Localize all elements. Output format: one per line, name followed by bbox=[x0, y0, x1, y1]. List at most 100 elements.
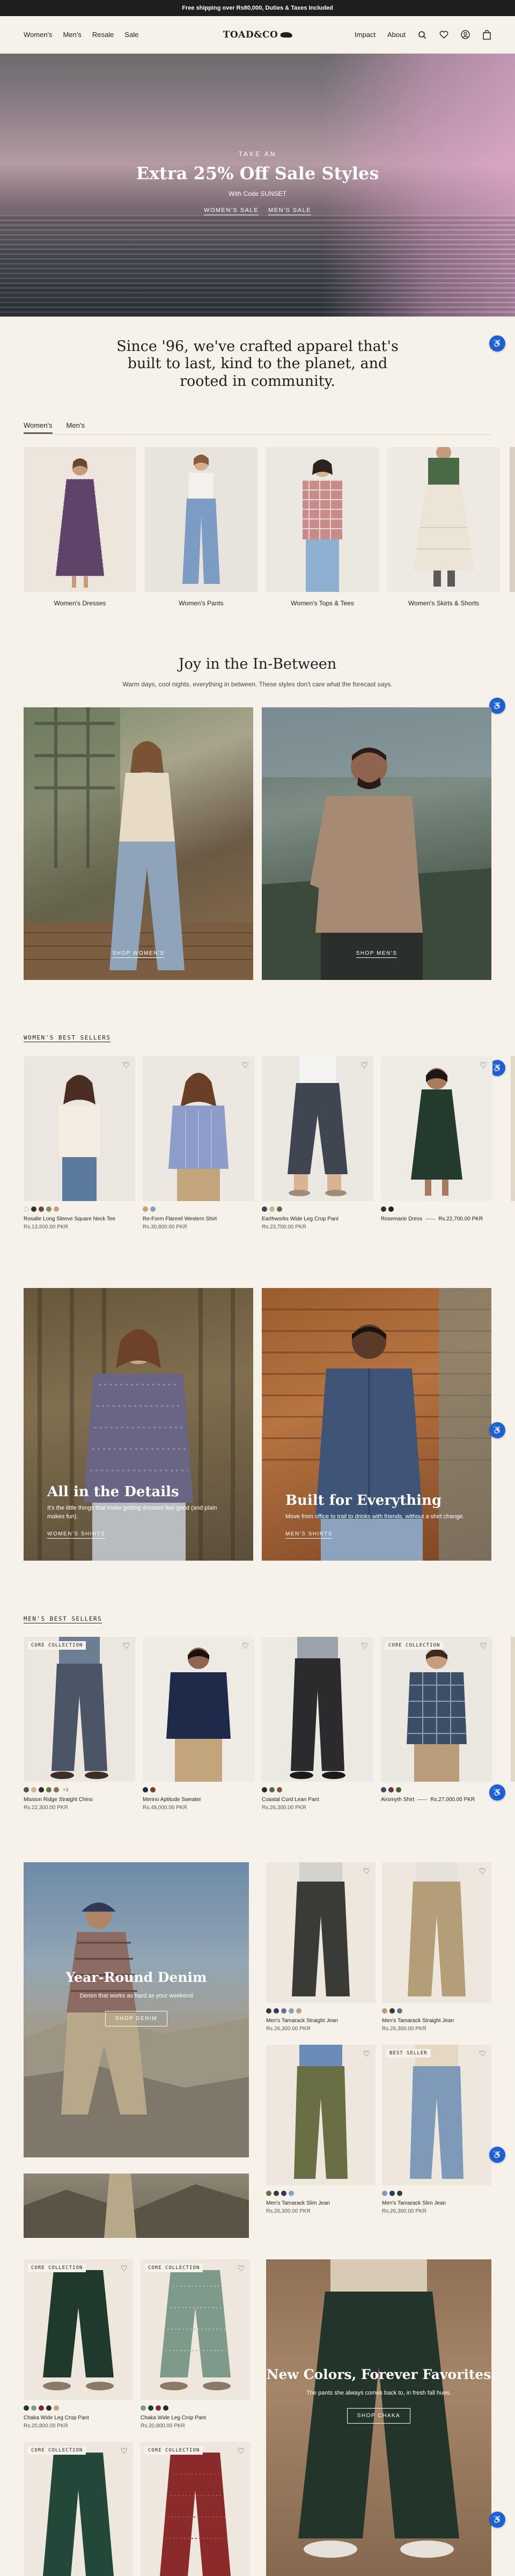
swatch[interactable] bbox=[24, 1787, 29, 1792]
swatch[interactable] bbox=[150, 1787, 156, 1792]
product-name[interactable]: Rosemarie Dress Rs.22,700.00 PKR bbox=[381, 1216, 492, 1222]
mens-best-sellers-label[interactable]: MEN'S BEST SELLERS bbox=[24, 1615, 102, 1623]
nav-impact[interactable]: Impact bbox=[355, 31, 376, 39]
product-name[interactable]: Men's Tamarack Straight Jean bbox=[266, 2018, 376, 2024]
shop-denim-button[interactable]: SHOP DENIM bbox=[105, 2011, 168, 2026]
swatch[interactable] bbox=[148, 2405, 153, 2411]
shop-mens-link[interactable]: SHOP MEN'S bbox=[356, 950, 398, 958]
swatch[interactable] bbox=[54, 2405, 59, 2411]
product-card[interactable]: ♡ Men's Tamarack Straight Jean Rs.26,300… bbox=[382, 1862, 491, 2032]
swatch[interactable] bbox=[389, 2191, 395, 2196]
category-card[interactable]: Women's Tops & Tees bbox=[266, 447, 379, 607]
product-card[interactable]: CORE COLLECTION ♡ Chaka Wide Leg Crop Pa… bbox=[24, 2259, 133, 2429]
product-card[interactable]: CORE COLLECTION ♡ bbox=[24, 2442, 133, 2576]
swatch[interactable] bbox=[289, 2191, 294, 2196]
swatch[interactable] bbox=[39, 1787, 44, 1792]
product-name[interactable]: Men's Tamarack Slim Jean bbox=[266, 2200, 376, 2206]
mens-lifestyle-image[interactable]: SHOP MEN'S bbox=[262, 707, 491, 980]
year-round-denim-panel[interactable]: Year-Round Denim Denim that works as har… bbox=[24, 1862, 249, 2157]
search-icon[interactable] bbox=[417, 30, 427, 40]
wishlist-heart-icon[interactable]: ♡ bbox=[361, 1060, 368, 1070]
swatch[interactable] bbox=[46, 1206, 52, 1212]
swatch[interactable] bbox=[277, 1787, 282, 1792]
swatch[interactable] bbox=[39, 1206, 44, 1212]
nav-sale[interactable]: Sale bbox=[124, 31, 138, 39]
swatch[interactable] bbox=[31, 1787, 36, 1792]
accessibility-icon[interactable]: ♿ bbox=[489, 2147, 505, 2163]
swatch[interactable] bbox=[46, 2405, 52, 2411]
nav-mens[interactable]: Men's bbox=[63, 31, 82, 39]
product-card[interactable]: ♡ Rosemarie Dress Rs.22,700.00 PKR bbox=[381, 1056, 492, 1230]
swatch[interactable] bbox=[389, 2008, 395, 2014]
swatch[interactable] bbox=[274, 2191, 279, 2196]
product-name[interactable]: Mission Ridge Straight Chino bbox=[24, 1797, 135, 1803]
wishlist-heart-icon[interactable]: ♡ bbox=[238, 2264, 245, 2273]
swatch[interactable] bbox=[381, 1206, 386, 1212]
tab-mens[interactable]: Men's bbox=[67, 421, 85, 434]
shop-chaka-button[interactable]: SHOP CHAKA bbox=[347, 2408, 411, 2424]
swatch[interactable] bbox=[397, 2008, 402, 2014]
product-name[interactable]: Chaka Wide Leg Crop Pant bbox=[24, 2415, 133, 2421]
wishlist-heart-icon[interactable]: ♡ bbox=[123, 1060, 130, 1070]
product-name[interactable]: Airsmyth Shirt Rs.27,000.00 PKR bbox=[381, 1797, 492, 1803]
swatch[interactable] bbox=[266, 2191, 271, 2196]
swatch[interactable] bbox=[156, 2405, 161, 2411]
swatch[interactable] bbox=[266, 2008, 271, 2014]
product-card[interactable]: CORE COLLECTION ♡ bbox=[141, 2442, 250, 2576]
more-swatches-count[interactable]: +3 bbox=[63, 1787, 68, 1792]
swatch[interactable] bbox=[54, 1206, 59, 1212]
product-name[interactable]: Re-Form Flannel Western Shirt bbox=[143, 1216, 254, 1222]
product-card[interactable]: CORE COLLECTION ♡ Chaka Wide Leg Crop Pa… bbox=[141, 2259, 250, 2429]
wishlist-heart-icon[interactable]: ♡ bbox=[480, 1641, 487, 1651]
swatch[interactable] bbox=[382, 2008, 387, 2014]
wishlist-heart-icon[interactable]: ♡ bbox=[479, 1867, 486, 1876]
product-name[interactable]: Earthworks Wide Leg Crop Pant bbox=[262, 1216, 373, 1222]
swatch[interactable] bbox=[143, 1787, 148, 1792]
mens-shirts-link[interactable]: MEN'S SHIRTS bbox=[285, 1531, 333, 1539]
wishlist-heart-icon[interactable]: ♡ bbox=[121, 2446, 128, 2456]
accessibility-icon[interactable]: ♿ bbox=[489, 1422, 505, 1438]
swatch[interactable] bbox=[281, 2008, 286, 2014]
product-card[interactable]: BEST SELLER ♡ Men's Tamarack Slim Jean R… bbox=[382, 2045, 491, 2214]
wishlist-heart-icon[interactable]: ♡ bbox=[242, 1641, 249, 1651]
product-card[interactable]: ♡ Merino Aptitude Sweater Rs.49,000.00 P… bbox=[143, 1637, 254, 1811]
swatch[interactable] bbox=[31, 1206, 36, 1212]
swatch[interactable] bbox=[382, 2191, 387, 2196]
wishlist-heart-icon[interactable]: ♡ bbox=[363, 2049, 370, 2059]
wishlist-heart-icon[interactable]: ♡ bbox=[361, 1641, 368, 1651]
accessibility-icon[interactable]: ♿ bbox=[489, 1784, 505, 1801]
swatch[interactable] bbox=[396, 1787, 401, 1792]
category-card[interactable]: Women's Skirts & Shorts bbox=[387, 447, 500, 607]
swatch[interactable] bbox=[289, 2008, 294, 2014]
wishlist-heart-icon[interactable]: ♡ bbox=[121, 2264, 128, 2273]
shop-womens-link[interactable]: SHOP WOMEN'S bbox=[112, 950, 165, 958]
logo[interactable]: TOAD&CO bbox=[223, 30, 292, 40]
all-in-details-feature[interactable]: All in the Details It's the little thing… bbox=[24, 1288, 253, 1561]
product-card[interactable]: ♡ Rosalie Long Sleeve Square Neck Tee Rs… bbox=[24, 1056, 135, 1230]
womens-best-sellers-label[interactable]: WOMEN'S BEST SELLERS bbox=[24, 1034, 111, 1042]
swatch[interactable] bbox=[24, 1206, 29, 1212]
swatch[interactable] bbox=[262, 1206, 267, 1212]
hero-banner[interactable]: TAKE AN Extra 25% Off Sale Styles With C… bbox=[0, 54, 515, 317]
swatch[interactable] bbox=[381, 1787, 386, 1792]
bag-icon[interactable] bbox=[482, 30, 491, 40]
swatch[interactable] bbox=[397, 2191, 402, 2196]
swatch[interactable] bbox=[262, 1787, 267, 1792]
wishlist-heart-icon[interactable]: ♡ bbox=[479, 2049, 486, 2059]
womens-lifestyle-image[interactable]: SHOP WOMEN'S bbox=[24, 707, 253, 980]
account-icon[interactable] bbox=[460, 30, 470, 40]
product-name[interactable]: Rosalie Long Sleeve Square Neck Tee bbox=[24, 1216, 135, 1222]
new-colors-panel[interactable]: New Colors, Forever Favorites The pants … bbox=[266, 2259, 491, 2576]
swatch[interactable] bbox=[269, 1206, 275, 1212]
swatch[interactable] bbox=[141, 2405, 146, 2411]
product-name[interactable]: Men's Tamarack Straight Jean bbox=[382, 2018, 491, 2024]
swatch[interactable] bbox=[39, 2405, 44, 2411]
swatch[interactable] bbox=[31, 2405, 36, 2411]
nav-about[interactable]: About bbox=[387, 31, 406, 39]
product-name[interactable]: Chaka Wide Leg Crop Pant bbox=[141, 2415, 250, 2421]
nav-womens[interactable]: Women's bbox=[24, 31, 53, 39]
product-card[interactable]: ♡ Men's Tamarack Slim Jean Rs.26,300.00 … bbox=[266, 2045, 376, 2214]
swatch[interactable] bbox=[281, 2191, 286, 2196]
mens-sale-link[interactable]: MEN'S SALE bbox=[268, 207, 312, 215]
swatch[interactable] bbox=[24, 2405, 29, 2411]
